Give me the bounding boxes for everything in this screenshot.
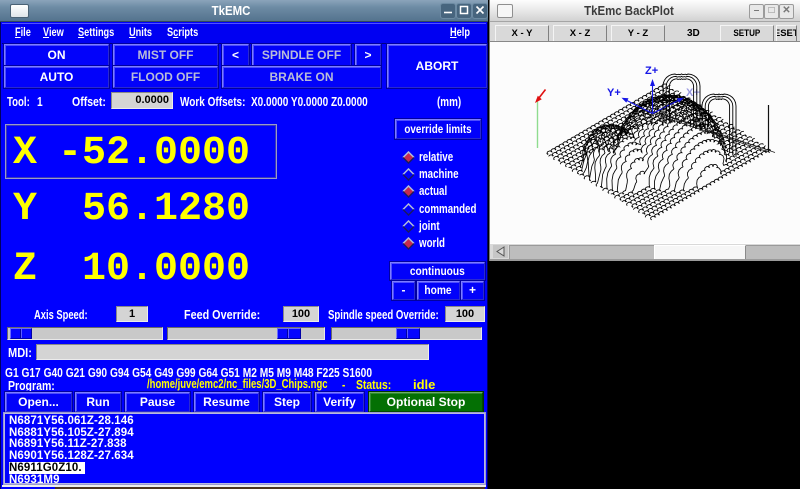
svg-text:Z+: Z+ bbox=[645, 65, 658, 77]
svg-text:X+: X+ bbox=[686, 87, 700, 99]
svg-text:Y+: Y+ bbox=[607, 87, 621, 99]
